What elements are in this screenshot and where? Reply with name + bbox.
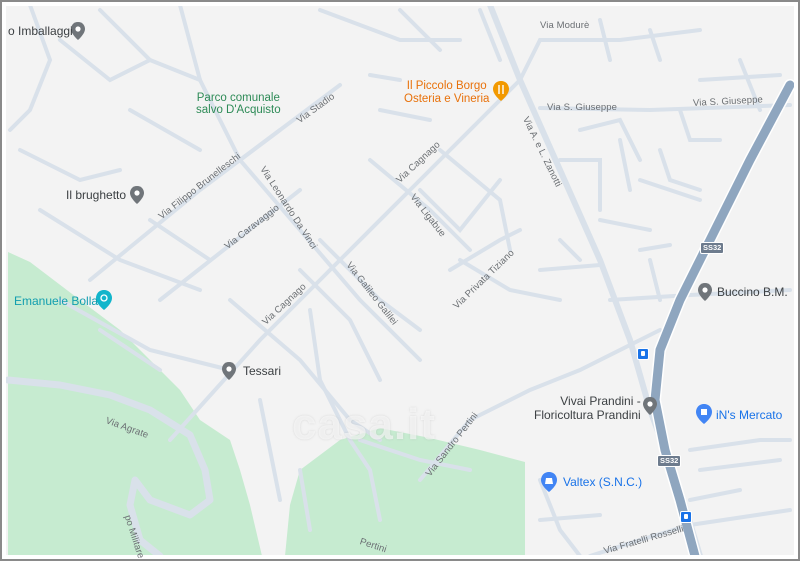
place-label-ins-mercato[interactable]: iN's Mercato: [716, 408, 782, 422]
restaurant-label-line2: Osteria e Vineria: [404, 93, 490, 105]
casa-it-watermark: casa.it: [292, 400, 436, 449]
restaurant-label-line1: Il Piccolo Borgo: [406, 80, 487, 92]
place-label-buccino[interactable]: Buccino B.M.: [717, 285, 788, 299]
map-view[interactable]: SS32 SS32 Via Modurè Via S. Giuseppe Via…: [0, 0, 800, 561]
place-label-valtex[interactable]: Valtex (S.N.C.): [563, 475, 642, 489]
place-label-emanuele-bolla[interactable]: Emanuele Bolla: [14, 294, 98, 308]
place-label-brughetto[interactable]: Il brughetto: [66, 188, 126, 202]
bus-stop-icon[interactable]: [680, 511, 692, 523]
park-label-line1: Parco comunale: [196, 92, 280, 104]
park-label-line2: salvo D'Acquisto: [196, 104, 281, 116]
vivai-label-line1: Vivai Prandini -: [560, 394, 641, 408]
place-label-imballaggi[interactable]: o Imballaggi: [8, 24, 73, 38]
street-label-via-s-giuseppe: Via S. Giuseppe: [547, 102, 617, 113]
vivai-label-line2: Floricoltura Prandini: [534, 408, 641, 422]
place-label-tessari[interactable]: Tessari: [243, 364, 281, 378]
place-label-parco-comunale[interactable]: Parco comunale salvo D'Acquisto: [196, 92, 281, 116]
place-label-piccolo-borgo[interactable]: Il Piccolo Borgo Osteria e Vineria: [404, 80, 489, 106]
ss32-shield-top: SS32: [700, 242, 725, 254]
place-label-vivai-prandini[interactable]: Vivai Prandini - Floricoltura Prandini: [534, 394, 641, 422]
street-label-via-modure: Via Modurè: [540, 20, 590, 31]
map-canvas: [0, 0, 800, 561]
ss32-shield-bottom: SS32: [657, 455, 682, 467]
bus-stop-icon[interactable]: [637, 348, 649, 360]
